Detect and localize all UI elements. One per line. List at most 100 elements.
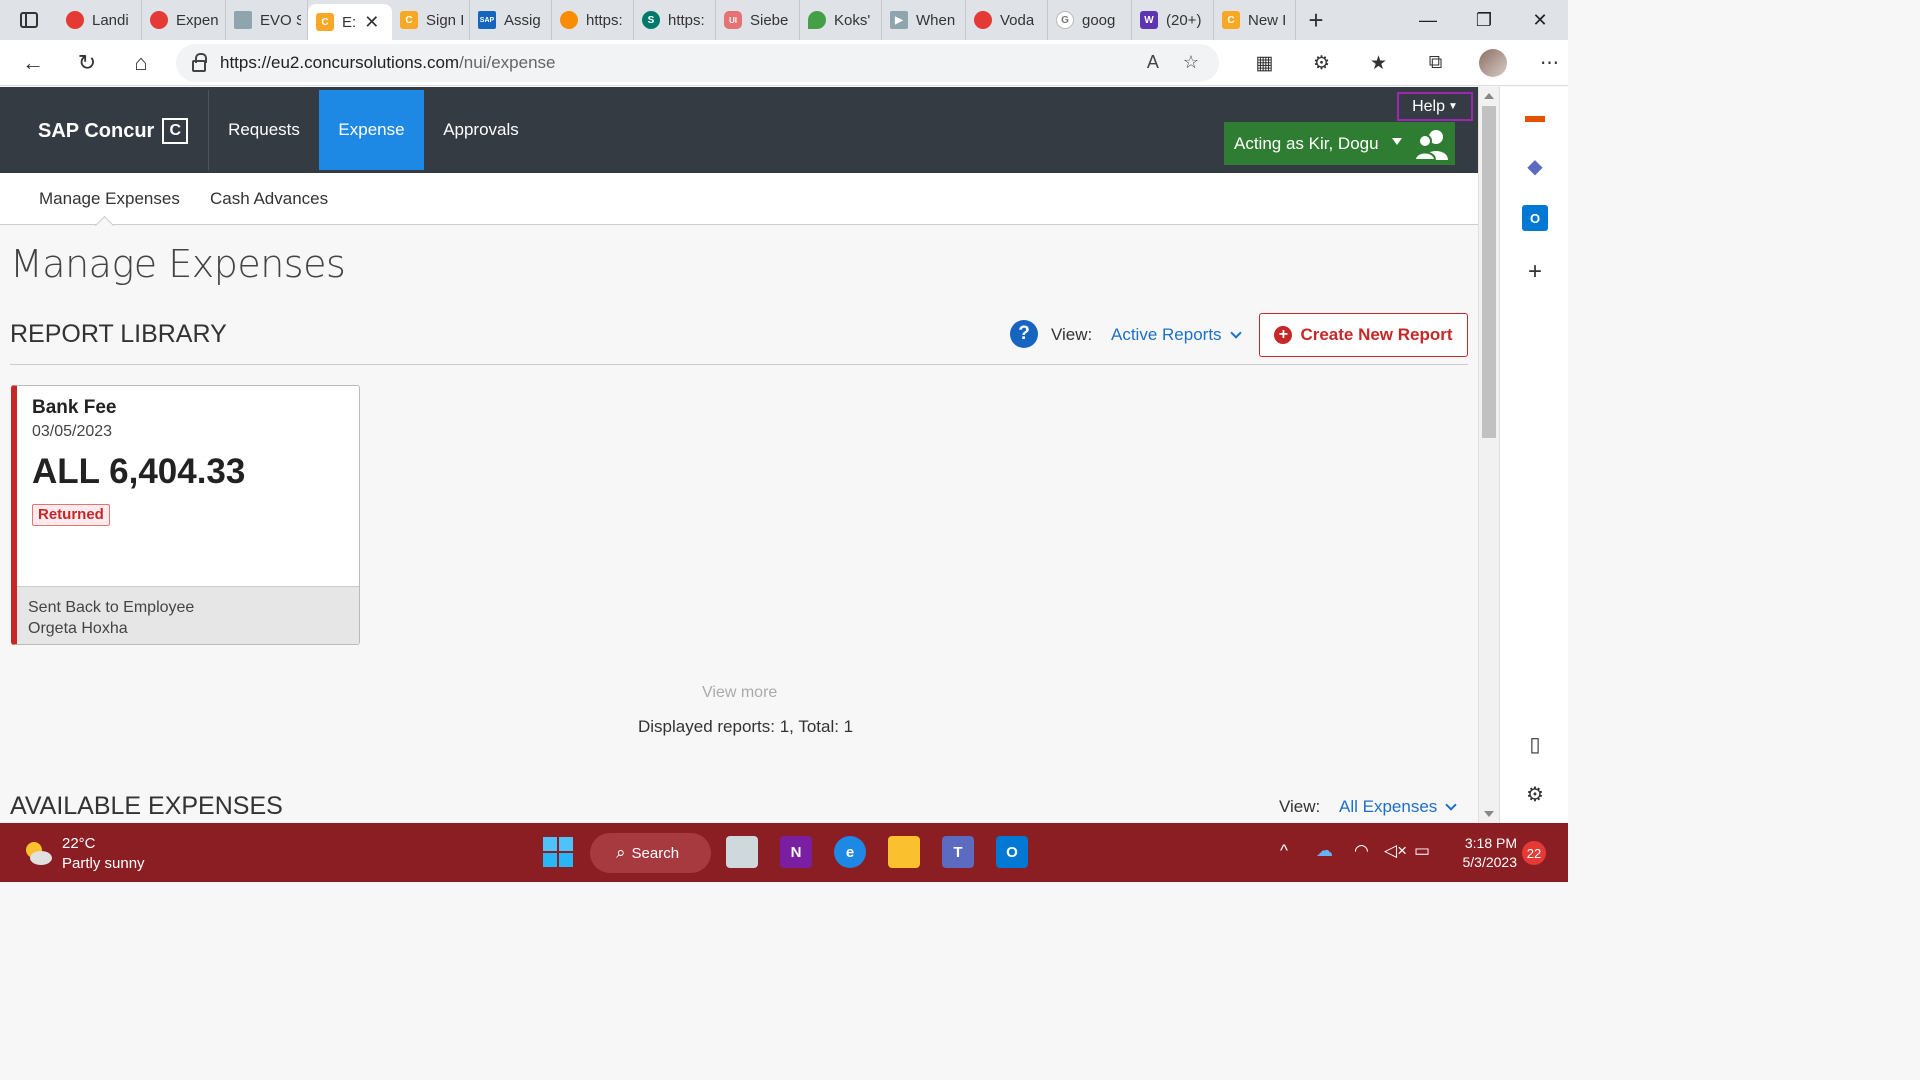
browser-tab[interactable]: SAP Assig [470,0,552,40]
subnav-cash-advances[interactable]: Cash Advances [210,189,328,209]
subnav-manage-expenses[interactable]: Manage Expenses [39,189,180,209]
new-tab-button[interactable]: + [1296,0,1336,40]
concur-icon: C [400,11,418,29]
file-explorer-icon[interactable] [888,836,920,868]
edge-icon[interactable]: e [834,836,866,868]
notification-badge[interactable]: 22 [1522,841,1546,865]
copilot-icon[interactable]: ◆ [1522,153,1548,179]
page-scrollbar[interactable] [1478,87,1499,823]
opera-icon [66,11,84,29]
settings-gear-icon[interactable]: ⚙ [1522,781,1548,807]
sidebar-toggle-icon[interactable]: ▯ [1522,731,1548,757]
profile-avatar[interactable] [1478,49,1507,77]
search-icon: ⌕ [616,843,626,862]
back-button[interactable]: ← [6,40,60,86]
task-view-icon[interactable] [726,836,758,868]
users-icon [1414,130,1448,161]
google-icon: G [1056,11,1074,29]
expense-view-dropdown[interactable]: All Expenses [1339,797,1457,817]
favorites-icon[interactable]: ★ [1350,52,1407,75]
clock-date: 5/3/2023 [1462,854,1518,870]
scroll-up-arrow[interactable] [1484,93,1494,99]
add-icon[interactable]: + [1522,258,1548,285]
restore-icon[interactable]: ❐ [1456,0,1512,40]
browser-tab[interactable]: Landi [58,0,142,40]
tab-actions-button[interactable] [0,0,58,40]
browser-tab[interactable]: Voda [966,0,1048,40]
show-hidden-icons-icon[interactable]: ^ [1280,841,1288,861]
outlook-icon[interactable]: O [1522,205,1548,231]
expense-view-label: View: [1279,797,1321,816]
outlook-icon[interactable]: O [996,836,1028,868]
sap-concur-logo[interactable]: SAP Concur C [38,118,189,144]
concur-icon: C [1222,11,1240,29]
partly-sunny-icon [26,842,52,865]
toolbox-icon[interactable]: ▬ [1522,103,1548,129]
lock-icon[interactable] [192,53,207,72]
view-more-link[interactable]: View more [702,684,777,702]
volume-muted-icon[interactable]: ◁× [1384,841,1407,861]
onedrive-icon[interactable]: ☁ [1316,841,1333,861]
sharepoint-icon: S [642,11,660,29]
displayed-reports-count: Displayed reports: 1, Total: 1 [638,717,854,736]
qr-code-icon[interactable]: ▦ [1236,52,1293,75]
browser-tab[interactable]: S https: [634,0,716,40]
browser-tab[interactable]: UI Siebe [716,0,800,40]
browser-tab[interactable]: EVO S [226,0,308,40]
browser-tab[interactable]: Koks' [800,0,882,40]
browser-tab[interactable]: C Sign I [392,0,470,40]
weather-widget[interactable]: 22°C Partly sunny [62,834,145,874]
address-bar[interactable]: https://eu2.concursolutions.com/nui/expe… [176,44,1219,82]
home-button[interactable]: ⌂ [114,40,168,86]
close-tab-icon[interactable]: ✕ [364,12,379,33]
page-title: Manage Expenses [10,242,346,286]
browser-tab[interactable]: G goog [1048,0,1132,40]
edge-sidebar: ▬ ◆ O + ▯ ⚙ [1499,87,1568,823]
help-menu-button[interactable]: Help ▼ [1397,92,1473,121]
create-new-report-button[interactable]: + Create New Report [1259,313,1468,357]
report-card[interactable]: Bank Fee 03/05/2023 ALL 6,404.33 Returne… [11,385,360,645]
battery-icon[interactable]: ▭ [1414,841,1430,861]
nav-approvals[interactable]: Approvals [424,90,538,170]
scrollbar-thumb[interactable] [1482,106,1496,438]
document-icon [234,11,252,29]
opera-icon [150,11,168,29]
add-favorite-icon[interactable]: ☆ [1183,52,1199,73]
circle-icon [560,11,578,29]
collections-icon[interactable]: ⧉ [1407,52,1464,74]
nav-expense[interactable]: Expense [319,90,424,170]
report-approver-name: Orgeta Hoxha [28,620,128,637]
window-controls: — ❐ ✕ [1400,0,1568,40]
onenote-icon[interactable]: N [780,836,812,868]
browser-tab-active[interactable]: C E: ✕ [308,4,392,40]
refresh-button[interactable]: ↻ [60,40,114,86]
plus-circle-icon: + [1274,326,1293,344]
extensions-icon[interactable]: ⚙ [1293,52,1350,75]
minimize-icon[interactable]: — [1400,0,1456,40]
windows-taskbar: 22°C Partly sunny ⌕ Search N e T O ^ ☁ ◠… [0,823,1568,882]
wifi-icon[interactable]: ◠ [1354,841,1369,861]
url-text[interactable]: https://eu2.concursolutions.com/nui/expe… [220,53,555,73]
ui-icon: UI [724,11,742,29]
caret-down-icon [1392,138,1402,145]
video-icon: ▶ [890,11,908,29]
browser-tab[interactable]: ▶ When [882,0,966,40]
read-aloud-icon[interactable]: A [1147,52,1159,73]
browser-tab-strip: Landi Expen EVO S C E: ✕ C Sign I SAP As… [0,0,1568,40]
more-menu-icon[interactable]: ⋯ [1521,52,1578,75]
acting-as-delegate-menu[interactable]: Acting as Kir, Dogu [1224,122,1455,165]
browser-tab[interactable]: https: [552,0,634,40]
browser-tab[interactable]: W (20+) [1132,0,1214,40]
nav-requests[interactable]: Requests [209,90,319,170]
browser-tab[interactable]: Expen [142,0,226,40]
teams-icon[interactable]: T [942,836,974,868]
windows-start-icon[interactable] [542,836,574,868]
close-window-icon[interactable]: ✕ [1512,0,1568,40]
browser-tab[interactable]: C New I [1214,0,1296,40]
system-clock[interactable]: 3:18 PM 5/3/2023 [1455,834,1518,872]
taskbar-search[interactable]: ⌕ Search [590,833,711,873]
help-icon[interactable]: ? [1010,320,1038,348]
report-view-dropdown[interactable]: Active Reports [1111,325,1242,345]
clock-time: 3:18 PM [1464,835,1517,851]
scroll-down-arrow[interactable] [1484,811,1494,817]
